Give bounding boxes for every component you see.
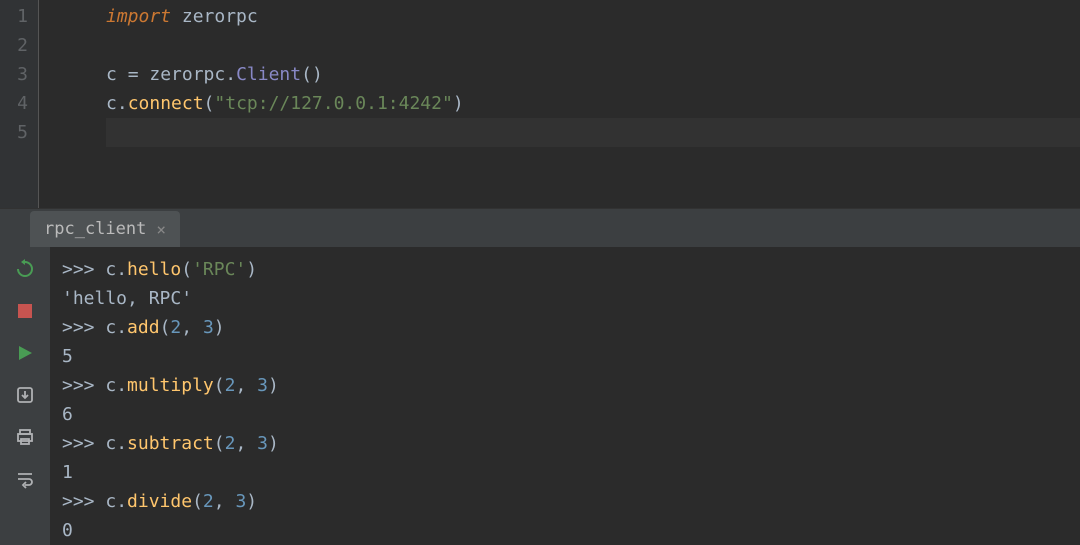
console-input-line: >>> c.subtract(2, 3): [62, 429, 1080, 458]
line-number: 2: [0, 31, 28, 60]
line-number: 3: [0, 60, 28, 89]
rerun-icon[interactable]: [13, 257, 37, 281]
console-output[interactable]: >>> c.hello('RPC') 'hello, RPC' >>> c.ad…: [50, 247, 1080, 545]
wrap-icon[interactable]: [13, 467, 37, 491]
console-output-line: 'hello, RPC': [62, 284, 1080, 313]
tab-label: rpc_client: [44, 219, 146, 239]
play-icon[interactable]: [13, 341, 37, 365]
print-icon[interactable]: [13, 425, 37, 449]
console-pane: rpc_client × >>> c.hello('RPC') 'h: [0, 208, 1080, 545]
line-number: 5: [0, 118, 28, 147]
console-output-line: 0: [62, 516, 1080, 545]
code-line-4[interactable]: c.connect("tcp://127.0.0.1:4242"): [106, 89, 1080, 118]
keyword-import: import: [106, 6, 171, 27]
string-literal: "tcp://127.0.0.1:4242": [214, 93, 452, 114]
console-tab[interactable]: rpc_client ×: [30, 211, 180, 247]
console-output-line: 6: [62, 400, 1080, 429]
code-line-2[interactable]: [106, 31, 1080, 60]
console-input-line: >>> c.divide(2, 3): [62, 487, 1080, 516]
gutter-separator: [38, 0, 98, 208]
console-input-line: >>> c.hello('RPC'): [62, 255, 1080, 284]
module-name: zerorpc: [182, 6, 258, 27]
method-name: connect: [128, 93, 204, 114]
stop-icon[interactable]: [13, 299, 37, 323]
line-number: 4: [0, 89, 28, 118]
console-output-line: 1: [62, 458, 1080, 487]
console-tab-bar: rpc_client ×: [0, 209, 1080, 247]
code-line-3[interactable]: c = zerorpc.Client(): [106, 60, 1080, 89]
console-input-line: >>> c.multiply(2, 3): [62, 371, 1080, 400]
line-number: 1: [0, 2, 28, 31]
editor-pane: 1 2 3 4 5 import zerorpc c = zerorpc.Cli…: [0, 0, 1080, 208]
close-icon[interactable]: ×: [156, 220, 166, 239]
download-icon[interactable]: [13, 383, 37, 407]
code-editor[interactable]: import zerorpc c = zerorpc.Client() c.co…: [98, 0, 1080, 208]
console-input-line: >>> c.add(2, 3): [62, 313, 1080, 342]
line-number-gutter: 1 2 3 4 5: [0, 0, 38, 208]
class-name: Client: [236, 64, 301, 85]
console-output-line: 5: [62, 342, 1080, 371]
code-line-5[interactable]: [106, 118, 1080, 147]
console-toolbar: [0, 247, 50, 545]
code-line-1[interactable]: import zerorpc: [106, 2, 1080, 31]
console-body: >>> c.hello('RPC') 'hello, RPC' >>> c.ad…: [0, 247, 1080, 545]
